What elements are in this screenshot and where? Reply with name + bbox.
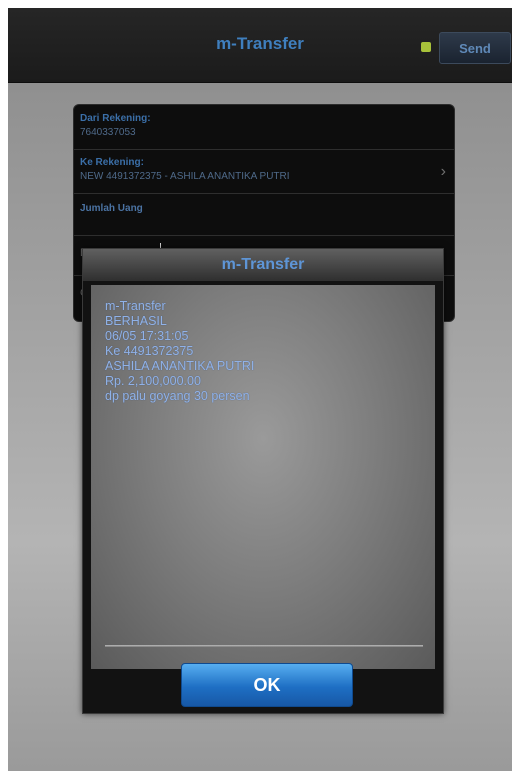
dialog-message-area: m-Transfer BERHASIL 06/05 17:31:05 Ke 44… <box>91 285 435 669</box>
message-line: m-Transfer <box>105 299 166 313</box>
page-title: m-Transfer <box>216 34 304 53</box>
message-line: dp palu goyang 30 persen <box>105 389 250 403</box>
to-account-value: NEW 4491372375 - ASHILA ANANTIKA PUTRI <box>80 171 290 182</box>
from-account-value: 7640337053 <box>80 127 136 138</box>
amount-row[interactable]: Jumlah Uang <box>74 193 454 236</box>
message-line: Ke 4491372375 <box>105 344 194 358</box>
from-account-label: Dari Rekening: <box>80 113 151 124</box>
ok-button[interactable]: OK <box>181 663 353 707</box>
message-line: ASHILA ANANTIKA PUTRI <box>105 359 255 373</box>
chevron-right-icon: › <box>440 163 446 180</box>
dialog-divider <box>105 645 423 647</box>
amount-label: Jumlah Uang <box>80 203 143 214</box>
dialog-title: m-Transfer <box>221 256 305 273</box>
transfer-result-dialog: m-Transfer m-Transfer BERHASIL 06/05 17:… <box>82 248 444 714</box>
from-account-row[interactable]: Dari Rekening: 7640337053 <box>74 105 454 150</box>
top-bar: m-Transfer Send <box>8 8 512 83</box>
to-account-label: Ke Rekening: <box>80 157 144 168</box>
status-indicator-icon <box>421 42 431 52</box>
send-button[interactable]: Send <box>439 32 511 64</box>
message-line: Rp. 2,100,000.00 <box>105 374 201 388</box>
dialog-header: m-Transfer <box>83 249 443 281</box>
message-line: 06/05 17:31:05 <box>105 329 189 343</box>
to-account-row[interactable]: Ke Rekening: NEW 4491372375 - ASHILA ANA… <box>74 149 454 194</box>
app-screen: m-Transfer Send Dari Rekening: 764033705… <box>8 8 512 771</box>
message-line: BERHASIL <box>105 314 167 328</box>
